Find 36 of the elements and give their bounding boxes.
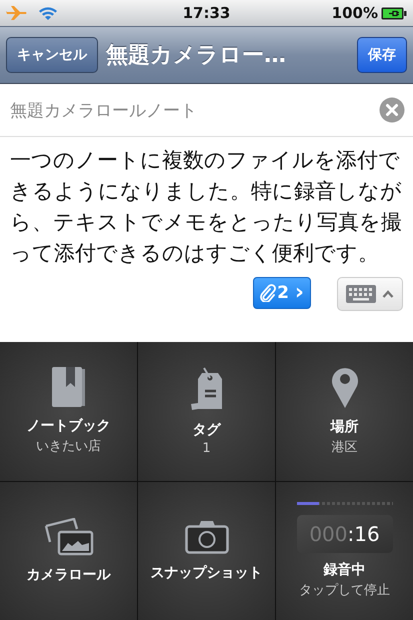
notebook-action[interactable]: ノートブック いきたい店	[0, 342, 137, 480]
nav-title: 無題カメラロー…	[106, 42, 287, 70]
action-sublabel: タップして停止	[299, 582, 390, 600]
action-sublabel: 1	[202, 440, 211, 456]
camera-icon	[184, 520, 228, 554]
action-label: 場所	[330, 418, 358, 436]
action-label: カメラロール	[26, 566, 110, 584]
map-pin-icon	[330, 366, 358, 408]
action-label: タグ	[192, 420, 220, 439]
paperclip-icon	[260, 284, 276, 302]
wifi-icon	[38, 6, 58, 20]
airplane-icon	[6, 5, 28, 21]
action-label: スナップショット	[150, 564, 262, 582]
status-time: 17:33	[182, 4, 230, 22]
recording-timer: 000:16	[296, 515, 392, 554]
action-sublabel: 港区	[332, 439, 358, 456]
action-label: 録音中	[324, 561, 366, 580]
tag-action[interactable]: タグ 1	[138, 342, 275, 480]
tag-icon	[190, 366, 224, 411]
caret-up-icon	[382, 290, 394, 298]
book-icon	[52, 367, 86, 408]
recording-action[interactable]: 000:16 録音中 タップして停止	[276, 482, 413, 620]
place-action[interactable]: 場所 港区	[276, 342, 413, 480]
photos-icon	[44, 518, 94, 556]
snapshot-action[interactable]: スナップショット	[138, 482, 275, 620]
cancel-button[interactable]: キャンセル	[6, 37, 98, 73]
keyboard-icon	[346, 285, 376, 303]
save-button[interactable]: 保存	[357, 37, 407, 73]
battery-percent: 100%	[332, 4, 378, 22]
battery-icon	[381, 6, 407, 20]
note-body-text[interactable]: 一つのノートに複数のファイルを添付できるようになりました。特に録音しながら、テキストでメモをとったり写真を撮って添付できるのはすごく便利です。	[10, 145, 403, 269]
action-label: ノートブック	[26, 417, 110, 436]
keyboard-toggle-button[interactable]	[337, 277, 403, 311]
title-field[interactable]: 無題カメラロールノート	[10, 100, 379, 120]
clear-icon[interactable]	[379, 97, 405, 123]
action-sublabel: いきたい店	[36, 438, 101, 456]
